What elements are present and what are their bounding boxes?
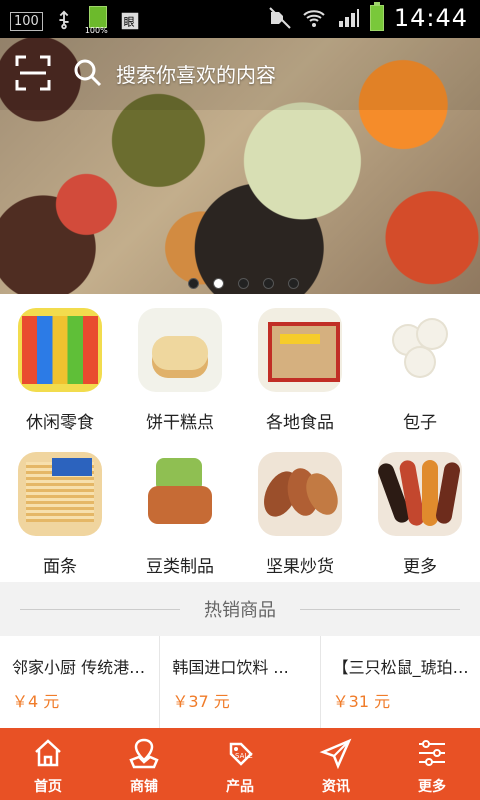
nuts-image [258,452,342,536]
clock: 14:44 [393,4,468,32]
hero-banner[interactable]: 搜索你喜欢的内容 [0,38,480,294]
category-label: 各地食品 [266,413,334,433]
banner-dots [188,278,299,289]
sliders-icon [419,740,445,766]
snacks-image [18,308,102,392]
battery-icon [369,2,384,31]
product-price: ￥37 元 [172,692,230,711]
product-price: ￥4 元 [12,692,60,711]
sale-tag-icon: SALE [229,742,253,766]
product-name: 邻家小厨 传统港式点心 [12,658,156,677]
notification-icon: 眼 [121,12,139,30]
banner-dot[interactable] [263,278,274,289]
category-label: 休闲零食 [26,413,94,433]
product-card[interactable]: 韩国进口饮料 ... ￥37 元 [160,636,321,728]
usb-icon [59,10,69,30]
tab-label: 商铺 [130,779,158,795]
category-noodles[interactable]: 面条 [0,438,120,582]
banner-dot-active[interactable] [213,278,224,289]
scan-icon [15,55,51,91]
search-icon [74,59,102,87]
more-food-image [378,452,462,536]
category-local-food[interactable]: 各地食品 [240,294,360,438]
home-icon [35,739,61,767]
tab-label: 更多 [418,779,446,795]
category-pastry[interactable]: 饼干糕点 [120,294,240,438]
banner-dot[interactable] [238,278,249,289]
category-bean-products[interactable]: 豆类制品 [120,438,240,582]
category-nuts[interactable]: 坚果炒货 [240,438,360,582]
tab-products[interactable]: SALE 产品 [192,728,288,800]
product-card[interactable]: 邻家小厨 传统港式点心 ￥4 元 [0,636,161,728]
tab-stores[interactable]: 商铺 [96,728,192,800]
pastry-image [138,308,222,392]
status-left: 100 100% 眼 [10,6,141,36]
battery-percent: 100% [84,26,108,35]
search-placeholder: 搜索你喜欢的内容 [116,62,276,87]
svg-text:眼: 眼 [123,16,134,29]
product-card[interactable]: 【三只松鼠_琥珀核桃仁】 ￥31 元 [321,636,480,728]
tab-label: 资讯 [322,779,350,795]
product-price: ￥31 元 [332,692,391,711]
category-snacks[interactable]: 休闲零食 [0,294,120,438]
status-badge: 100 [10,11,43,31]
noodles-image [18,452,102,536]
local-food-image [258,308,342,392]
category-label: 面条 [43,557,77,577]
divider-right [300,609,460,610]
category-grid: 休闲零食 饼干糕点 各地食品 包子 面条 豆类制品 坚果炒货 更多 [0,294,480,582]
bean-products-image [138,452,222,536]
send-icon [319,738,352,770]
category-bun[interactable]: 包子 [360,294,480,438]
wifi-icon [303,10,325,27]
mute-icon [269,7,291,29]
banner-dot[interactable] [288,278,299,289]
search-bar[interactable]: 搜索你喜欢的内容 [72,52,462,94]
tab-news[interactable]: 资讯 [288,728,384,800]
product-row: 邻家小厨 传统港式点心 ￥4 元 韩国进口饮料 ... ￥37 元 【三只松鼠_… [0,636,480,728]
product-name: 【三只松鼠_琥珀核桃仁】 [332,658,477,677]
category-label: 豆类制品 [146,557,214,577]
battery-full-icon: 100% [85,6,109,36]
tab-more[interactable]: 更多 [384,728,480,800]
status-right: 14:44 [268,2,468,32]
tab-home[interactable]: 首页 [0,728,96,800]
store-map-icon [129,738,159,769]
category-label: 更多 [403,557,437,577]
tab-label: 首页 [34,779,62,795]
tab-label: 产品 [226,779,254,795]
category-label: 饼干糕点 [146,413,214,433]
product-name: 韩国进口饮料 ... [172,658,289,677]
category-more[interactable]: 更多 [360,438,480,582]
bun-image [378,308,462,392]
category-label: 包子 [403,413,437,433]
bottom-tab-bar: 首页 商铺 SALE 产品 资讯 更多 [0,728,480,800]
status-bar: 100 100% 眼 14:44 [0,0,480,38]
category-label: 坚果炒货 [266,557,334,577]
signal-icon [338,9,359,27]
banner-dot[interactable] [188,278,199,289]
svg-text:SALE: SALE [235,752,253,760]
hot-products-header: 热销商品 [0,582,480,636]
scan-button[interactable] [14,54,52,92]
